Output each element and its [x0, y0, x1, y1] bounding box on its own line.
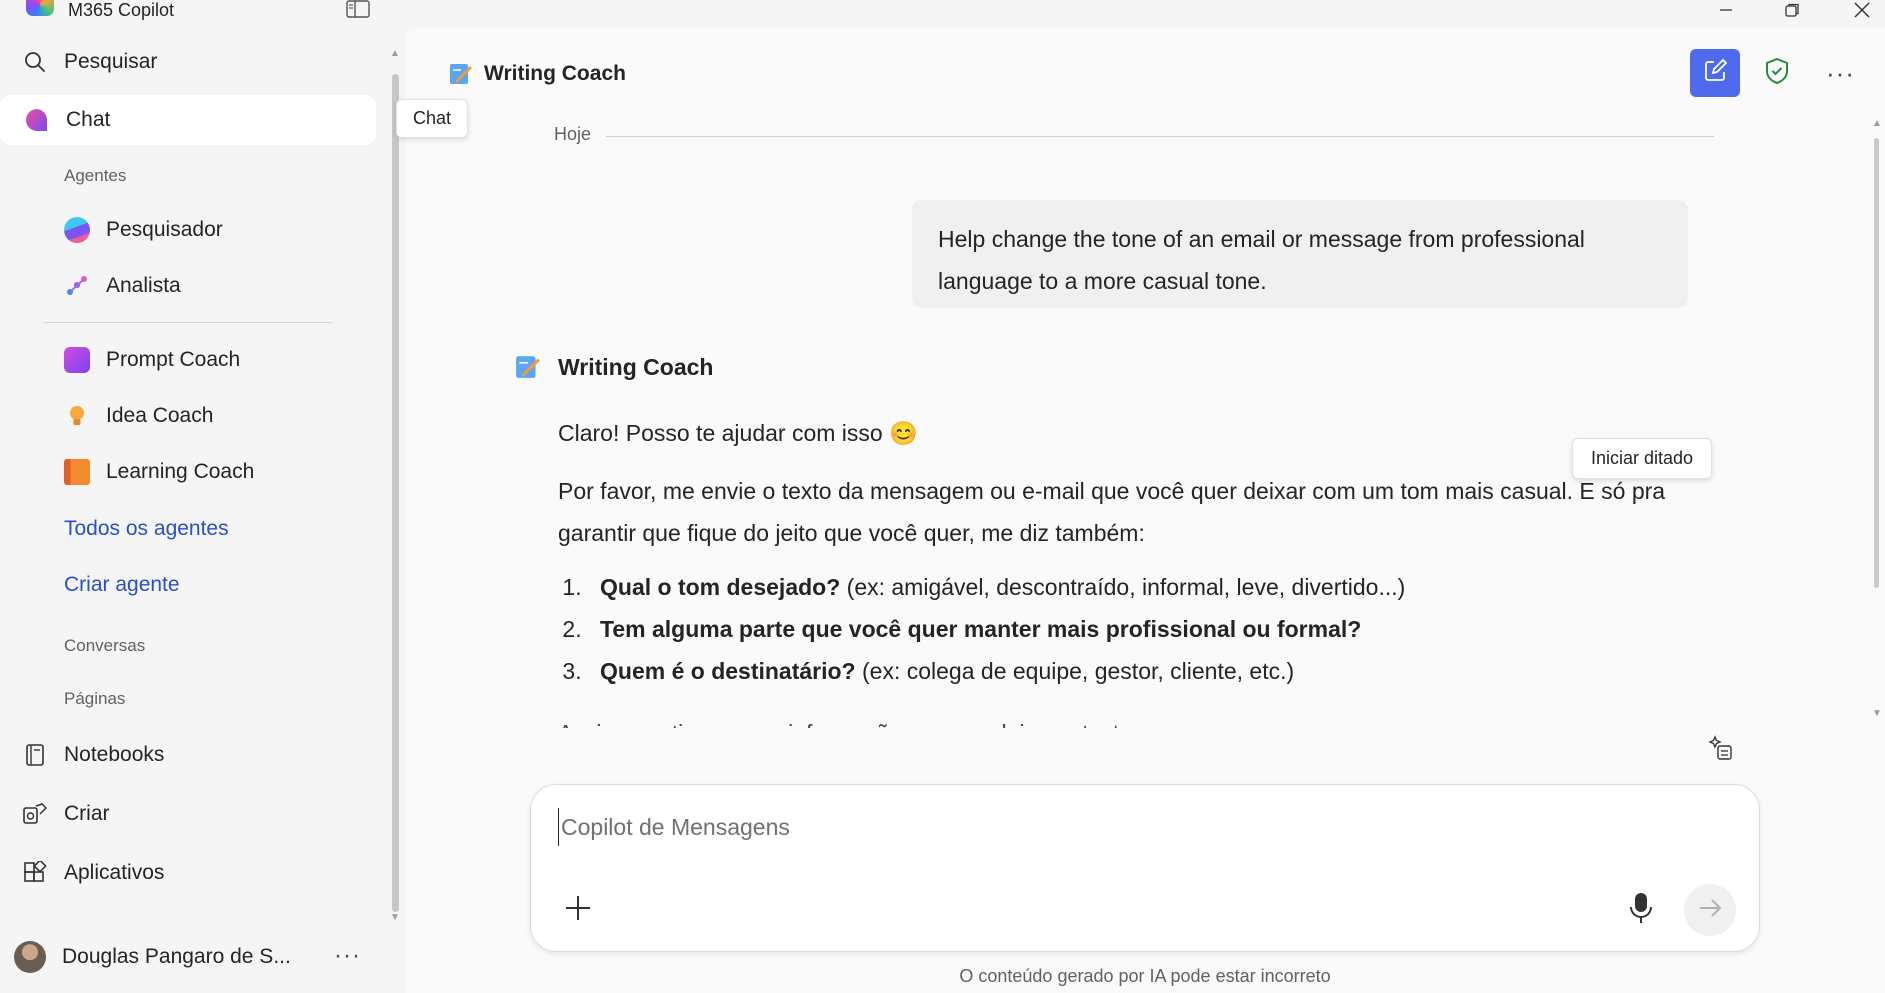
all-agents-link[interactable]: Todos os agentes — [64, 517, 229, 541]
date-separator-line — [606, 136, 1714, 137]
sidebar-scrollbar[interactable] — [392, 74, 399, 912]
researcher-icon — [64, 217, 90, 243]
analyst-icon — [64, 273, 90, 299]
sidebar-item-apps[interactable]: Aplicativos — [22, 853, 164, 893]
sidebar-scroll-down-icon[interactable]: ▼ — [390, 912, 400, 923]
sidebar-item-label: Learning Coach — [106, 460, 255, 483]
arrow-right-icon — [1696, 894, 1724, 927]
list-item: Quem é o destinatário? (ex: colega de eq… — [588, 650, 1405, 692]
writing-coach-icon — [448, 60, 474, 86]
sidebar-item-agent-idea-coach[interactable]: Idea Coach — [64, 396, 213, 436]
bot-message-greeting: Claro! Posso te ajudar com isso 😊 — [558, 420, 918, 446]
sidebar-divider — [44, 322, 332, 323]
sidebar-item-label: Chat — [66, 108, 111, 131]
bot-message-body: Por favor, me envie o texto da mensagem … — [558, 478, 1666, 546]
sidebar-item-label: Aplicativos — [64, 861, 165, 884]
sidebar-scroll-up-icon[interactable]: ▲ — [390, 48, 400, 59]
new-chat-button[interactable] — [1690, 49, 1740, 97]
copilot-logo-icon — [26, 0, 54, 16]
apps-icon — [22, 860, 48, 886]
sidebar-item-label: Pesquisador — [106, 218, 223, 241]
book-icon — [64, 459, 90, 485]
chat-tooltip: Chat — [396, 99, 469, 138]
dictate-tooltip: Iniciar ditado — [1572, 438, 1713, 479]
sidebar-item-agent-analyst[interactable]: Analista — [64, 266, 181, 306]
protection-status-button[interactable] — [1760, 56, 1794, 90]
bot-message-partial-line: Assim que tiver essas informações, posso… — [558, 712, 1158, 728]
chat-scroll-down-icon[interactable]: ▼ — [1872, 708, 1882, 719]
send-button[interactable] — [1684, 884, 1736, 936]
app-title: M365 Copilot — [68, 0, 175, 20]
page-title: Writing Coach — [484, 62, 626, 85]
sidebar-item-label: Prompt Coach — [106, 348, 241, 371]
ai-disclaimer: O conteúdo gerado por IA pode estar inco… — [959, 966, 1331, 986]
sidebar-item-agent-learning-coach[interactable]: Learning Coach — [64, 452, 254, 492]
sidebar-item-label: Pesquisar — [64, 50, 158, 73]
create-agent-link[interactable]: Criar agente — [64, 573, 180, 597]
close-button[interactable] — [1842, 0, 1882, 20]
bot-message-list: Qual o tom desejado? (ex: amigável, desc… — [558, 566, 1405, 692]
sidebar-item-label: Analista — [106, 274, 181, 297]
message-input[interactable] — [558, 808, 1713, 846]
minimize-button[interactable] — [1706, 0, 1746, 20]
agents-section-header: Agentes — [64, 166, 127, 185]
conversations-section-header[interactable]: Conversas — [64, 636, 145, 656]
sidebar-item-label: Notebooks — [64, 743, 165, 766]
prompt-gallery-button[interactable] — [1706, 734, 1734, 762]
sidebar-item-create[interactable]: Criar — [22, 794, 110, 834]
compose-icon — [1702, 58, 1728, 89]
chat-icon — [24, 107, 50, 133]
sidebar-item-notebooks[interactable]: Notebooks — [22, 735, 164, 775]
sidebar-item-agent-researcher[interactable]: Pesquisador — [64, 210, 223, 250]
date-separator-label: Hoje — [554, 124, 592, 144]
list-item: Tem alguma parte que você quer manter ma… — [588, 608, 1405, 650]
add-attachment-button[interactable] — [560, 892, 596, 928]
restore-button[interactable] — [1772, 0, 1812, 20]
writing-coach-avatar-icon — [514, 352, 542, 380]
user-message: Help change the tone of an email or mess… — [912, 200, 1688, 308]
dictation-button[interactable] — [1626, 892, 1656, 928]
chat-scrollbar[interactable] — [1874, 138, 1879, 588]
sidebar-item-label: Criar — [64, 802, 110, 825]
sidebar-item-chat[interactable]: Chat — [0, 95, 376, 145]
list-item: Qual o tom desejado? (ex: amigável, desc… — [588, 566, 1405, 608]
pages-section-header[interactable]: Páginas — [64, 689, 125, 709]
prompt-coach-icon — [64, 347, 90, 373]
search-icon — [22, 49, 48, 75]
notebook-icon — [22, 742, 48, 768]
sidebar-item-search[interactable]: Pesquisar — [22, 42, 157, 82]
sidebar-item-label: Idea Coach — [106, 404, 214, 427]
microphone-icon — [1629, 892, 1653, 929]
create-icon — [22, 801, 48, 827]
sidebar-item-agent-prompt-coach[interactable]: Prompt Coach — [64, 340, 240, 380]
shield-check-icon — [1764, 57, 1790, 90]
chat-scroll-up-icon[interactable]: ▲ — [1872, 118, 1882, 129]
more-options-button[interactable]: ··· — [1826, 58, 1855, 89]
plus-icon — [563, 893, 593, 928]
bot-name: Writing Coach — [558, 354, 714, 380]
lightbulb-icon — [64, 403, 90, 429]
sparkle-list-icon — [1706, 735, 1734, 766]
sidebar-toggle-icon[interactable] — [346, 0, 370, 18]
